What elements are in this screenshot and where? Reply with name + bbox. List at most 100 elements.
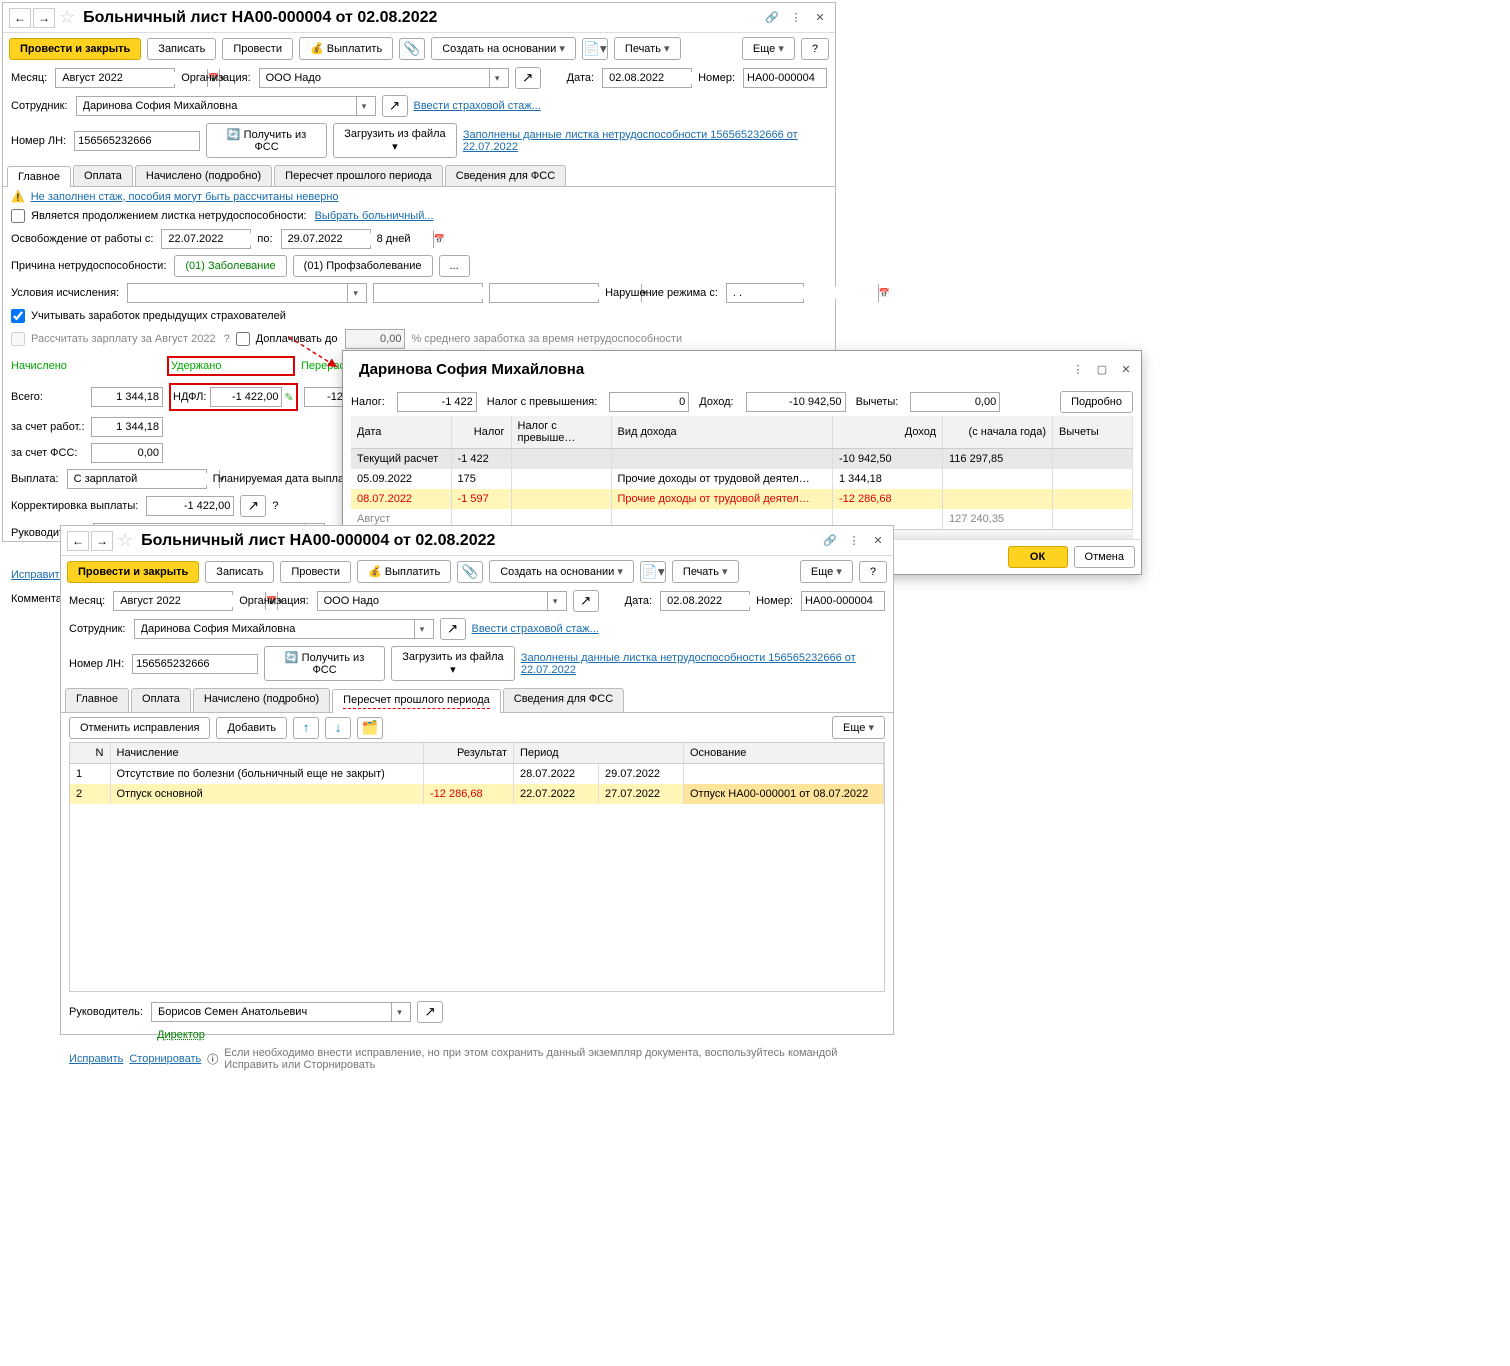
menu-icon[interactable]: ⋮ xyxy=(845,532,863,550)
table-row[interactable]: 2 Отпуск основной -12 286,68 22.07.2022 … xyxy=(70,784,884,804)
tab-fss[interactable]: Сведения для ФСС xyxy=(445,165,566,186)
org-open-icon[interactable]: ↗ xyxy=(573,590,599,612)
tab-recalc[interactable]: Пересчет прошлого периода xyxy=(274,165,443,186)
attach-icon[interactable]: 📎 xyxy=(457,561,483,583)
down-icon[interactable]: ↓ xyxy=(325,717,351,739)
calendar-icon[interactable]: 📅 xyxy=(878,284,890,302)
tab-pay[interactable]: Оплата xyxy=(131,688,191,712)
empl-input[interactable] xyxy=(91,417,163,437)
tab-accr[interactable]: Начислено (подробно) xyxy=(135,165,272,186)
tab-recalc[interactable]: Пересчет прошлого периода xyxy=(332,689,501,713)
more-button[interactable]: Еще xyxy=(742,37,795,60)
deduct-input[interactable] xyxy=(910,392,1000,412)
extra-pay-checkbox[interactable] xyxy=(236,332,250,346)
ln-input[interactable] xyxy=(132,654,258,674)
dd-icon[interactable]: ▾ xyxy=(547,592,563,610)
report-icon[interactable]: 📄 xyxy=(640,561,666,583)
close-icon[interactable]: ✕ xyxy=(1117,361,1135,379)
tab-fss[interactable]: Сведения для ФСС xyxy=(503,688,624,712)
tab-pay[interactable]: Оплата xyxy=(73,165,133,186)
table-row[interactable]: 05.09.2022175 Прочие доходы от трудовой … xyxy=(351,469,1133,489)
fss-filled-link[interactable]: Заполнены данные листка нетрудоспособнос… xyxy=(463,129,827,153)
nav-fwd-button[interactable]: → xyxy=(33,8,55,28)
dd-icon[interactable]: ▾ xyxy=(414,620,430,638)
stazh-link[interactable]: Ввести страховой стаж... xyxy=(414,100,541,112)
help-button[interactable]: ? xyxy=(801,38,829,60)
post-close-button[interactable]: Провести и закрыть xyxy=(9,38,141,60)
load-file-button[interactable]: Загрузить из файла ▾ xyxy=(391,646,515,681)
dd-icon[interactable]: ▾ xyxy=(489,69,505,87)
org-input[interactable] xyxy=(263,72,489,84)
write-button[interactable]: Записать xyxy=(147,38,216,60)
create-based-button[interactable]: Создать на основании xyxy=(431,37,576,60)
org-input[interactable] xyxy=(321,595,547,607)
report-icon[interactable]: 📄 xyxy=(582,38,608,60)
load-file-button[interactable]: Загрузить из файла ▾ xyxy=(333,123,457,158)
maximize-icon[interactable]: ▢ xyxy=(1093,361,1111,379)
violation-date-input[interactable] xyxy=(730,287,878,299)
tab-accr[interactable]: Начислено (подробно) xyxy=(193,688,330,712)
pay-button[interactable]: 💰 Выплатить xyxy=(357,560,451,583)
fix-link[interactable]: Исправить xyxy=(69,1053,123,1065)
cause2-button[interactable]: (01) Профзаболевание xyxy=(293,255,433,277)
dd-icon[interactable]: ▾ xyxy=(347,284,363,302)
stazh-link[interactable]: Ввести страховой стаж... xyxy=(472,623,599,635)
emp-input[interactable] xyxy=(138,623,414,635)
post-button[interactable]: Провести xyxy=(280,561,351,583)
cond1-input[interactable] xyxy=(131,287,347,299)
continuation-checkbox[interactable] xyxy=(11,209,25,223)
emp-open-icon[interactable]: ↗ xyxy=(440,618,466,640)
help-button[interactable]: ? xyxy=(859,561,887,583)
nav-back-button[interactable]: ← xyxy=(9,8,31,28)
create-based-button[interactable]: Создать на основании xyxy=(489,560,634,583)
corr-open-icon[interactable]: ↗ xyxy=(240,495,266,517)
get-fss-button[interactable]: 🔄 Получить из ФСС xyxy=(264,646,385,681)
nav-fwd-button[interactable]: → xyxy=(91,531,113,551)
head-pos-link[interactable]: Директор xyxy=(157,1029,205,1041)
cause1-button[interactable]: (01) Заболевание xyxy=(174,255,286,277)
corr-input[interactable] xyxy=(146,496,234,516)
fss-filled-link[interactable]: Заполнены данные листка нетрудоспособнос… xyxy=(521,652,885,676)
pencil-icon[interactable] xyxy=(284,391,293,404)
table-row[interactable]: 1 Отсутствие по болезни (больничный еще … xyxy=(70,764,884,785)
print-button[interactable]: Печать xyxy=(672,560,739,583)
ndfl-input[interactable] xyxy=(210,387,282,407)
nav-back-button[interactable]: ← xyxy=(67,531,89,551)
menu-icon[interactable]: ⋮ xyxy=(787,9,805,27)
more-button[interactable]: Подробно xyxy=(1060,391,1133,413)
cause3-button[interactable]: ... xyxy=(439,255,470,277)
more-button[interactable]: Еще xyxy=(800,560,853,583)
taxex-input[interactable] xyxy=(609,392,689,412)
close-icon[interactable]: ✕ xyxy=(811,9,829,27)
select-sl-link[interactable]: Выбрать больничный... xyxy=(315,210,434,222)
warn-link[interactable]: Не заполнен стаж, пособия могут быть рас… xyxy=(31,191,339,203)
post-button[interactable]: Провести xyxy=(222,38,293,60)
favorite-icon[interactable]: ☆ xyxy=(117,530,133,551)
num-input[interactable] xyxy=(801,591,885,611)
income-input[interactable] xyxy=(746,392,846,412)
emp-open-icon[interactable]: ↗ xyxy=(382,95,408,117)
table-row[interactable]: Текущий расчет-1 422 -10 942,50116 297,8… xyxy=(351,449,1133,470)
prev-ins-checkbox[interactable] xyxy=(11,309,25,323)
attach-icon[interactable]: 📎 xyxy=(399,38,425,60)
emp-input[interactable] xyxy=(80,100,356,112)
num-input[interactable] xyxy=(743,68,827,88)
up-icon[interactable]: ↑ xyxy=(293,717,319,739)
link-icon[interactable]: 🔗 xyxy=(821,532,839,550)
favorite-icon[interactable]: ☆ xyxy=(59,7,75,28)
cancel-button[interactable]: Отмена xyxy=(1074,546,1135,568)
dd-icon[interactable]: ▾ xyxy=(391,1003,407,1021)
write-button[interactable]: Записать xyxy=(205,561,274,583)
close-icon[interactable]: ✕ xyxy=(869,532,887,550)
payout-select[interactable] xyxy=(71,473,219,485)
fix-link[interactable]: Исправить xyxy=(11,569,65,581)
post-close-button[interactable]: Провести и закрыть xyxy=(67,561,199,583)
tab-main[interactable]: Главное xyxy=(7,166,71,187)
more-button[interactable]: Еще xyxy=(832,716,885,739)
get-fss-button[interactable]: 🔄 Получить из ФСС xyxy=(206,123,327,158)
ok-button[interactable]: ОК xyxy=(1008,546,1068,568)
org-open-icon[interactable]: ↗ xyxy=(515,67,541,89)
link-icon[interactable]: 🔗 xyxy=(763,9,781,27)
add-button[interactable]: Добавить xyxy=(216,717,287,739)
total-input[interactable] xyxy=(91,387,163,407)
